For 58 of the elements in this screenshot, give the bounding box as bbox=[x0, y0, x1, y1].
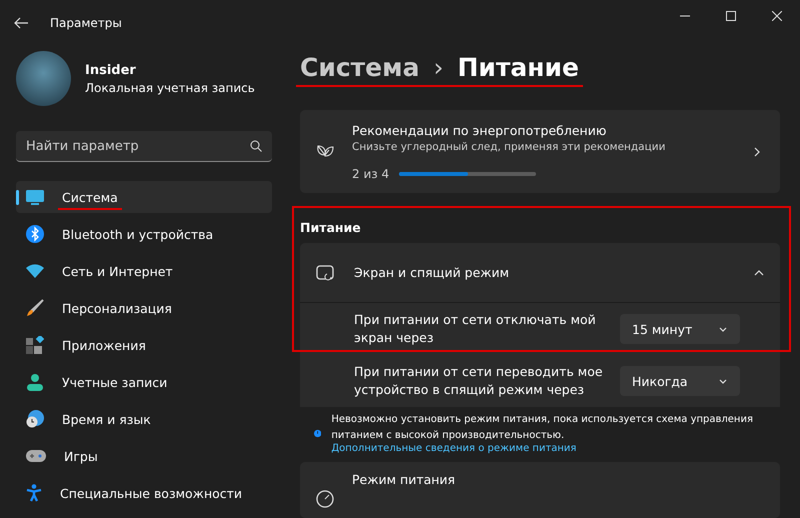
setting-label: При питании от сети отключать мой экран через bbox=[354, 310, 597, 347]
back-button[interactable] bbox=[14, 16, 28, 28]
sidebar-item-label: Персонализация bbox=[62, 300, 172, 316]
apps-icon bbox=[26, 336, 44, 354]
globe-clock-icon bbox=[26, 410, 44, 428]
monitor-icon bbox=[26, 190, 44, 204]
sidebar-item[interactable]: Специальные возможности bbox=[16, 477, 272, 509]
sidebar-item[interactable]: Время и язык bbox=[16, 403, 272, 435]
sidebar-item-label: Система bbox=[62, 190, 118, 204]
sidebar-item[interactable]: Приложения bbox=[16, 329, 272, 361]
card-title: Режим питания bbox=[352, 472, 456, 487]
sidebar-item-label: Игры bbox=[64, 448, 98, 464]
search-field[interactable]: Найти параметр bbox=[16, 131, 272, 162]
info-icon bbox=[314, 428, 322, 438]
close-icon bbox=[772, 11, 782, 21]
gauge-icon bbox=[316, 490, 334, 508]
setting-label: При питании от сети переводить мое устройство в спящий режим через bbox=[354, 362, 604, 399]
expander-header[interactable]: Экран и спящий режим bbox=[300, 243, 780, 303]
brush-icon bbox=[26, 299, 44, 317]
chevron-icon bbox=[754, 268, 764, 278]
person-icon bbox=[26, 373, 44, 391]
sidebar-item-label: Время и язык bbox=[62, 412, 151, 426]
dropdown[interactable]: Никогда bbox=[620, 366, 740, 396]
sidebar-item-label: Bluetooth и устройства bbox=[62, 226, 214, 242]
breadcrumb-parent[interactable]: Система bbox=[300, 52, 420, 82]
recommendations-card[interactable]: Рекомендации по энергопотреблению Снизьте углеродный след, применяя эти рекомендации 2 из 4 bbox=[300, 110, 780, 193]
power-mode-card[interactable]: Режим питания bbox=[300, 462, 780, 518]
window-title: Параметры bbox=[50, 16, 122, 30]
sidebar-item[interactable]: Персонализация bbox=[16, 292, 272, 324]
sidebar-item-label: Учетные записи bbox=[62, 374, 168, 390]
progress-text: 2 из 4 bbox=[352, 166, 390, 181]
section-heading: Питание bbox=[300, 220, 362, 235]
sidebar-item[interactable]: Сеть и Интернет bbox=[16, 255, 272, 287]
gamepad-icon bbox=[26, 450, 46, 462]
sidebar-item-label: Специальные возможности bbox=[60, 486, 242, 500]
info-message: Невозможно установить режим питания, пока используется схема управления питанием с высокой производительностью. bbox=[331, 413, 754, 442]
sidebar-item[interactable]: Учетные записи bbox=[16, 366, 272, 398]
breadcrumb-separator: › bbox=[433, 52, 444, 82]
account-type: Локальная учетная запись bbox=[85, 80, 255, 94]
card-subtitle: Снизьте углеродный след, применяя эти рекомендации bbox=[352, 140, 666, 153]
sidebar-item[interactable]: Игры bbox=[16, 440, 272, 472]
sidebar-item-label: Приложения bbox=[62, 338, 146, 352]
sidebar-item[interactable]: Bluetooth и устройства bbox=[16, 218, 272, 250]
sidebar-item[interactable]: Система bbox=[16, 181, 272, 213]
maximize-icon bbox=[726, 11, 736, 21]
user-name: Insider bbox=[85, 62, 137, 78]
search-icon bbox=[250, 140, 262, 152]
screen-sleep-icon bbox=[316, 264, 334, 280]
bluetooth-icon bbox=[26, 225, 44, 243]
sidebar-item-label: Сеть и Интернет bbox=[62, 264, 173, 278]
chevron-right-icon bbox=[752, 146, 762, 157]
wifi-icon bbox=[26, 264, 44, 278]
expander-title: Экран и спящий режим bbox=[354, 265, 510, 280]
card-title: Рекомендации по энергопотреблению bbox=[352, 122, 608, 138]
accessibility-icon bbox=[26, 484, 42, 502]
more-info-link[interactable]: Дополнительные сведения о режиме питания bbox=[331, 443, 770, 454]
dropdown[interactable]: 15 минут bbox=[620, 314, 740, 344]
page-title: Питание bbox=[457, 52, 579, 82]
